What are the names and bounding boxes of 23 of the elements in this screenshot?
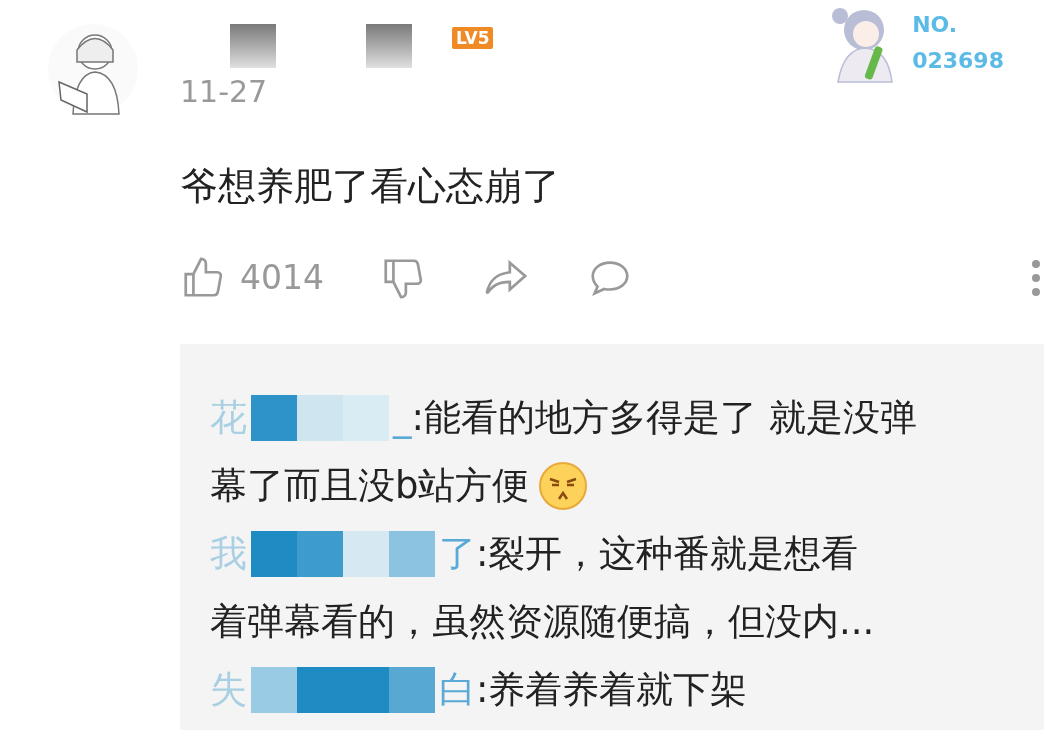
blurred-username bbox=[230, 24, 276, 68]
reply-text-line: 幕了而且没b站方便 bbox=[210, 463, 530, 509]
more-options-icon[interactable] bbox=[1030, 258, 1042, 298]
comment-date: 11-27 bbox=[180, 74, 269, 110]
level-badge: LV5 bbox=[452, 27, 494, 49]
reply-text-line: 着弹幕看的，虽然资源随便搞，但没内... bbox=[210, 599, 875, 645]
blurred-username bbox=[366, 24, 412, 68]
fan-badge-label: NO. bbox=[912, 11, 959, 39]
fan-badge-number: 023698 bbox=[912, 47, 1004, 75]
reply-separator: : bbox=[411, 395, 424, 441]
reply-username[interactable]: 花 bbox=[210, 384, 247, 452]
reply-text-line: 裂开，这种番就是想看 bbox=[488, 531, 859, 577]
reply-username[interactable]: 我 bbox=[210, 520, 247, 588]
reply-username-end[interactable]: 白 bbox=[439, 656, 476, 724]
comment-text: 爷想养肥了看心态崩了 bbox=[180, 163, 561, 210]
reply-username-end[interactable]: 了 bbox=[439, 520, 476, 588]
reply-text-line: 养着养着就下架 bbox=[488, 667, 748, 713]
reply-separator: : bbox=[476, 667, 489, 713]
reply-text-line: 能看的地方多得是了 就是没弹 bbox=[423, 395, 917, 441]
like-button[interactable]: 4014 bbox=[180, 253, 324, 303]
reply-separator: : bbox=[476, 531, 489, 577]
reply-username[interactable]: 失 bbox=[210, 656, 247, 724]
reply-username-end[interactable]: _ bbox=[393, 384, 412, 452]
